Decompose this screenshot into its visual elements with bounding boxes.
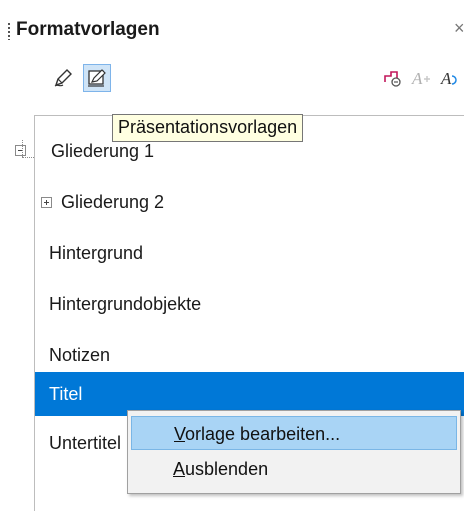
list-item-label: Titel — [49, 384, 83, 404]
drawing-styles-icon — [53, 67, 75, 89]
menu-item-text: usblenden — [185, 459, 269, 479]
list-item-label: Gliederung 2 — [61, 192, 165, 212]
menu-item-edit-style[interactable]: Vorlage bearbeiten... — [131, 416, 457, 450]
list-item-label: Hintergrundobjekte — [49, 294, 202, 314]
styles-toolbar: A A — [0, 60, 464, 96]
panel-titlebar: Formatvorlagen × — [0, 0, 464, 50]
mnemonic-letter: V — [174, 424, 186, 444]
tree-connector-line — [22, 140, 24, 157]
presentation-styles-icon — [86, 67, 108, 89]
expand-icon[interactable] — [41, 197, 52, 208]
list-item-label: Hintergrund — [49, 243, 144, 263]
list-item-hintergrundobjekte[interactable]: Hintergrundobjekte — [35, 279, 464, 329]
collapse-icon[interactable] — [15, 145, 26, 156]
menu-item-label: Ausblenden — [173, 452, 268, 486]
styles-sidebar-panel: Formatvorlagen × A A Präsentationsvorlag… — [0, 0, 464, 517]
list-item-label: Untertitel — [49, 433, 122, 453]
panel-grip-handle[interactable] — [8, 22, 10, 40]
list-item-hintergrund[interactable]: Hintergrund — [35, 228, 464, 278]
fill-format-mode-icon — [381, 67, 403, 89]
menu-item-hide[interactable]: Ausblenden — [131, 452, 457, 486]
update-style-button[interactable]: A — [436, 64, 464, 92]
update-style-icon: A — [439, 67, 461, 89]
context-menu: Vorlage bearbeiten... Ausblenden — [127, 410, 461, 494]
list-item-gliederung-2[interactable]: Gliederung 2 — [35, 177, 464, 227]
panel-title: Formatvorlagen — [16, 19, 160, 40]
new-style-from-selection-icon: A — [410, 67, 432, 89]
toolbar-tooltip: Präsentationsvorlagen — [112, 114, 304, 142]
svg-text:A: A — [411, 69, 423, 88]
drawing-styles-button[interactable] — [50, 64, 78, 92]
tree-connector-line — [22, 157, 34, 159]
new-style-from-selection-button[interactable]: A — [407, 64, 435, 92]
menu-item-label: Vorlage bearbeiten... — [174, 417, 340, 451]
fill-format-mode-button[interactable] — [378, 64, 406, 92]
menu-item-text: orlage bearbeiten... — [185, 424, 341, 444]
close-icon[interactable]: × — [454, 18, 464, 39]
mnemonic-letter: A — [173, 459, 186, 479]
svg-text:A: A — [440, 69, 452, 88]
presentation-styles-button[interactable] — [83, 64, 111, 92]
